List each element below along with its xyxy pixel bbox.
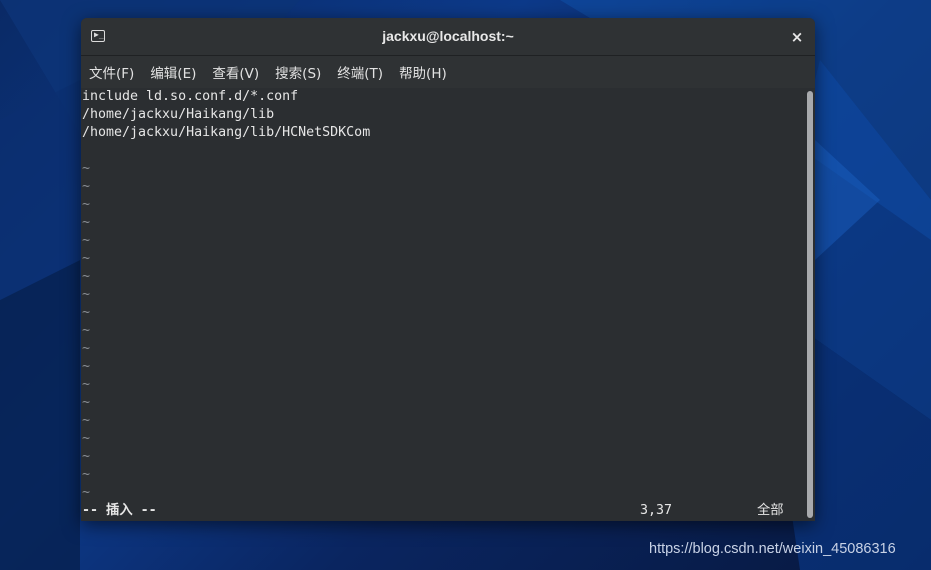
watermark-url: https://blog.csdn.net/weixin_45086316 [649, 541, 896, 557]
editor-line: /home/jackxu/Haikang/lib/HCNetSDKCom [82, 125, 371, 140]
cursor-position: 3,37 [640, 503, 673, 518]
menu-search[interactable]: 搜索(S) [275, 62, 321, 82]
empty-line-marker: ~ [82, 215, 91, 230]
empty-line-marker: ~ [82, 485, 91, 500]
menu-terminal[interactable]: 终端(T) [337, 62, 383, 82]
vim-mode-indicator: -- 插入 -- [82, 503, 157, 518]
empty-line-marker: ~ [82, 233, 91, 248]
scrollbar-thumb[interactable] [807, 91, 813, 518]
empty-line-marker: ~ [82, 161, 91, 176]
empty-line-marker: ~ [82, 305, 91, 320]
menu-view[interactable]: 查看(V) [212, 62, 259, 82]
empty-line-marker: ~ [82, 287, 91, 302]
vertical-scrollbar[interactable] [805, 88, 815, 521]
empty-line-marker: ~ [82, 413, 91, 428]
title-bar[interactable]: ▶_ jackxu@localhost:~ × [81, 18, 815, 56]
menu-file[interactable]: 文件(F) [89, 62, 134, 82]
empty-line-marker: ~ [82, 323, 91, 338]
empty-line-marker: ~ [82, 377, 91, 392]
empty-line-marker: ~ [82, 341, 91, 356]
empty-line-marker: ~ [82, 179, 91, 194]
empty-line-marker: ~ [82, 251, 91, 266]
close-button[interactable]: × [787, 27, 807, 47]
empty-line-marker: ~ [82, 467, 91, 482]
empty-line-marker: ~ [82, 359, 91, 374]
empty-line-marker: ~ [82, 395, 91, 410]
window-title: jackxu@localhost:~ [382, 28, 514, 44]
empty-line-marker: ~ [82, 431, 91, 446]
menu-help[interactable]: 帮助(H) [399, 62, 447, 82]
empty-line-marker: ~ [82, 269, 91, 284]
menu-bar: 文件(F) 编辑(E) 查看(V) 搜索(S) 终端(T) 帮助(H) [81, 56, 815, 88]
terminal-window: ▶_ jackxu@localhost:~ × 文件(F) 编辑(E) 查看(V… [81, 18, 815, 521]
terminal-text-area[interactable]: include ld.so.conf.d/*.conf /home/jackxu… [81, 88, 805, 521]
scroll-scope-indicator: 全部 [757, 503, 784, 518]
empty-line-marker: ~ [82, 197, 91, 212]
editor-line: /home/jackxu/Haikang/lib [82, 107, 275, 122]
empty-line-marker: ~ [82, 449, 91, 464]
menu-edit[interactable]: 编辑(E) [150, 62, 196, 82]
editor-line: include ld.so.conf.d/*.conf [82, 89, 299, 104]
